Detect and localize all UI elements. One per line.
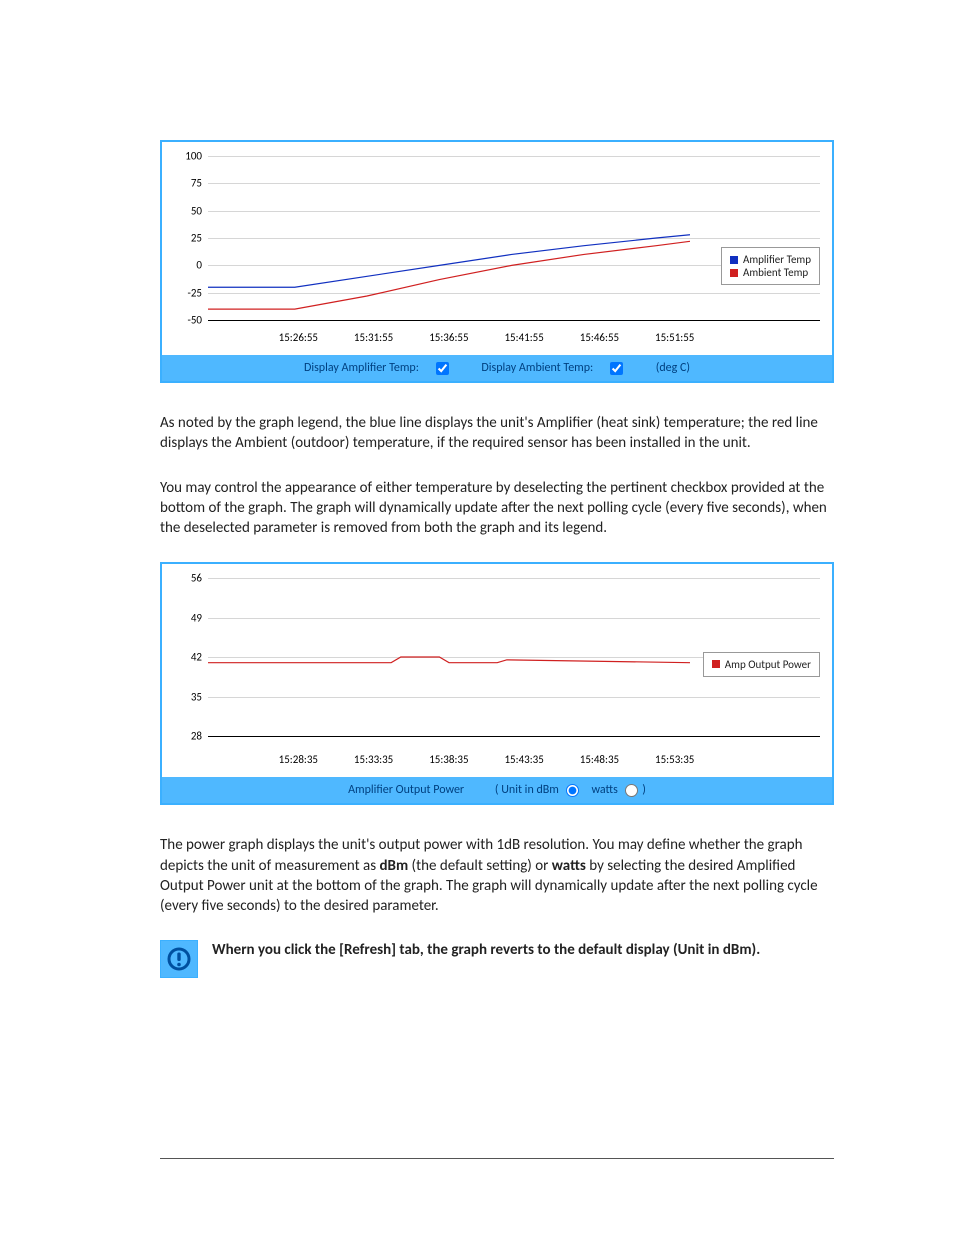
y-tick: 56 xyxy=(191,572,202,585)
alert-icon xyxy=(160,940,198,978)
temperature-chart-controls: Display Amplifier Temp: Display Ambient … xyxy=(162,355,832,381)
legend-item: Amp Output Power xyxy=(712,658,811,671)
temperature-chart: -50 -25 0 25 50 75 100 Amplifier TempAmbient T… xyxy=(160,140,834,383)
unit-dbm-radio[interactable] xyxy=(566,784,579,797)
y-tick: -50 xyxy=(187,314,202,327)
display-ambient-label: Display Ambient Temp: xyxy=(481,361,593,375)
refresh-note-text: Whern you click the [Refresh] tab, the g… xyxy=(212,940,760,960)
y-tick: 49 xyxy=(191,611,202,624)
x-tick: 15:41:55 xyxy=(504,331,543,344)
power-chart-title: Amplifier Output Power xyxy=(348,783,464,797)
refresh-note: Whern you click the [Refresh] tab, the g… xyxy=(160,940,834,978)
paragraph-2: You may control the appearance of either… xyxy=(160,478,834,539)
x-tick: 15:38:35 xyxy=(429,753,468,766)
y-tick: 28 xyxy=(191,730,202,743)
y-tick: 35 xyxy=(191,690,202,703)
y-tick: 75 xyxy=(191,177,202,190)
x-tick: 15:53:35 xyxy=(655,753,694,766)
x-tick: 15:43:35 xyxy=(504,753,543,766)
display-amplifier-checkbox[interactable] xyxy=(436,362,449,375)
x-tick: 15:51:55 xyxy=(655,331,694,344)
power-chart: 28 35 42 49 56 Amp Output Power 15:28:35 15:3… xyxy=(160,562,834,805)
display-amplifier-label: Display Amplifier Temp: xyxy=(304,361,419,375)
unit-dbm-label: ( Unit in dBm xyxy=(495,783,559,797)
x-tick: 15:31:55 xyxy=(354,331,393,344)
x-tick: 15:26:55 xyxy=(279,331,318,344)
paragraph-1: As noted by the graph legend, the blue l… xyxy=(160,413,834,454)
x-tick: 15:28:35 xyxy=(279,753,318,766)
x-tick: 15:36:55 xyxy=(429,331,468,344)
legend-item: Ambient Temp xyxy=(730,266,811,279)
chart-legend: Amp Output Power xyxy=(703,652,820,677)
units-label: (deg C) xyxy=(656,361,690,375)
display-ambient-checkbox[interactable] xyxy=(610,362,623,375)
unit-watts-label: watts xyxy=(591,783,617,797)
y-tick: 100 xyxy=(185,150,202,163)
x-tick: 15:48:35 xyxy=(580,753,619,766)
chart-legend: Amplifier TempAmbient Temp xyxy=(721,247,820,285)
unit-watts-radio[interactable] xyxy=(625,784,638,797)
legend-item: Amplifier Temp xyxy=(730,253,811,266)
unit-suffix: ) xyxy=(642,783,646,797)
x-tick: 15:46:55 xyxy=(580,331,619,344)
paragraph-3: The power graph displays the unit's outp… xyxy=(160,835,834,916)
y-tick: 42 xyxy=(191,651,202,664)
y-tick: 0 xyxy=(196,259,202,272)
y-tick: 50 xyxy=(191,204,202,217)
y-tick: 25 xyxy=(191,232,202,245)
x-tick: 15:33:35 xyxy=(354,753,393,766)
y-tick: -25 xyxy=(187,286,202,299)
power-chart-controls: Amplifier Output Power ( Unit in dBm wat… xyxy=(162,777,832,803)
page-footer-rule xyxy=(160,1158,834,1159)
